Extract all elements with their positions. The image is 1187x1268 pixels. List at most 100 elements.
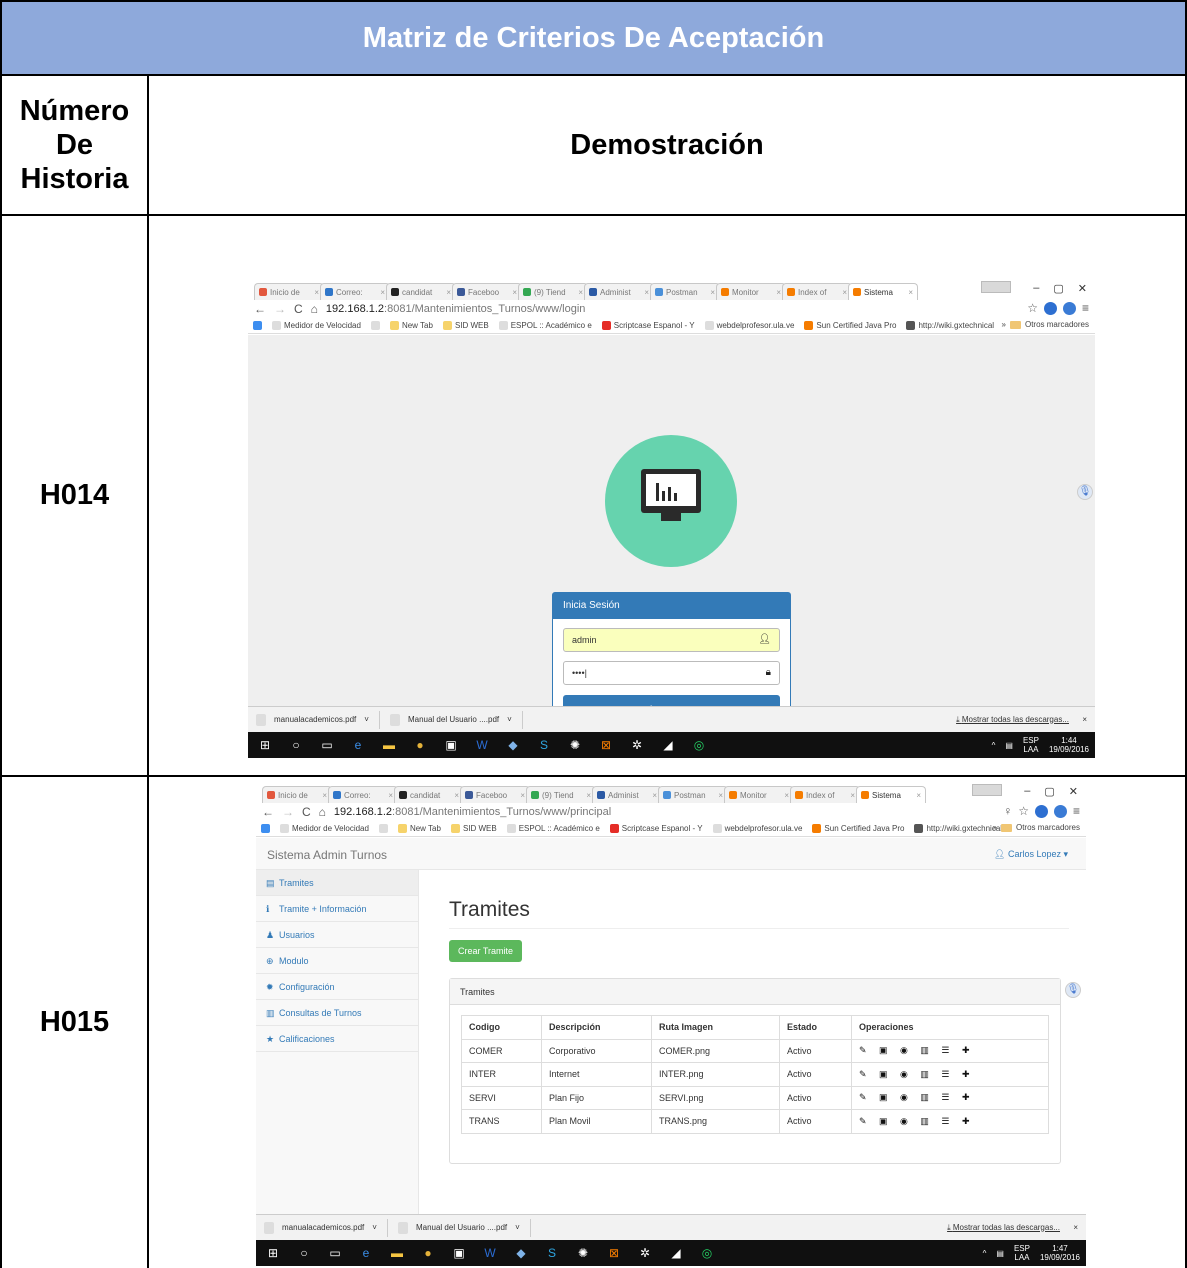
chrome-icon[interactable]: ●: [413, 738, 427, 752]
browser-tab[interactable]: Faceboo ×: [460, 786, 530, 803]
bookmark[interactable]: SID WEB: [442, 321, 489, 330]
sidebar-item-tramites[interactable]: ▤ Tramites: [256, 870, 418, 896]
chevron-up-icon[interactable]: ^: [992, 741, 996, 750]
chevron-down-icon[interactable]: ˅: [364, 715, 369, 724]
chevron-down-icon[interactable]: ˅: [515, 1223, 520, 1232]
menu-icon[interactable]: ≡: [1073, 804, 1080, 818]
maximize-icon[interactable]: ▢: [1044, 785, 1054, 798]
browser-tab-active[interactable]: Sistema ×: [856, 786, 926, 803]
task-view-icon[interactable]: ▭: [328, 1246, 342, 1260]
language-indicator[interactable]: ESP LAA: [1014, 1244, 1030, 1262]
column-header[interactable]: Operaciones: [851, 1015, 1049, 1040]
notification-icon[interactable]: ▤: [996, 1249, 1004, 1258]
browser-tab[interactable]: (9) Tiend ×: [518, 283, 588, 300]
sidebar-item-consultas[interactable]: ▥ Consultas de Turnos: [256, 1000, 418, 1026]
chevron-up-icon[interactable]: ^: [983, 1249, 987, 1258]
app-icon[interactable]: ◆: [514, 1246, 528, 1260]
notification-icon[interactable]: ▤: [1005, 741, 1013, 750]
minimize-icon[interactable]: –: [1024, 785, 1030, 798]
edge-icon[interactable]: e: [351, 738, 365, 752]
browser-tab[interactable]: (9) Tiend ×: [526, 786, 596, 803]
bookmark[interactable]: [261, 824, 270, 833]
whatsapp-icon[interactable]: ◎: [692, 738, 706, 752]
username-input[interactable]: admin 👤︎: [563, 628, 780, 652]
star-icon[interactable]: ☆: [1018, 804, 1029, 818]
bookmark[interactable]: ESPOL :: Académico e: [506, 824, 600, 833]
bookmark[interactable]: New Tab: [389, 321, 433, 330]
bookmark[interactable]: Scriptcase Espanol - Y: [609, 824, 703, 833]
star-icon[interactable]: ☆: [1027, 301, 1038, 315]
settings-icon[interactable]: ✺: [576, 1246, 590, 1260]
download-item[interactable]: Manual del Usuario ....pdf ˅: [389, 710, 523, 729]
bookmark[interactable]: ESPOL :: Académico e: [498, 321, 592, 330]
browser-tab[interactable]: Postman ×: [658, 786, 728, 803]
profile-icon[interactable]: [972, 784, 1002, 796]
clock[interactable]: 1:44 19/09/2016: [1049, 736, 1089, 754]
app-icon[interactable]: ◆: [506, 738, 520, 752]
browser-tab[interactable]: Monitor ×: [724, 786, 794, 803]
bookmark[interactable]: webdelprofesor.ula.ve: [712, 824, 802, 833]
minimize-icon[interactable]: –: [1033, 282, 1039, 295]
reload-icon[interactable]: C: [302, 805, 311, 819]
forward-icon[interactable]: →: [274, 302, 286, 316]
chrome-icon[interactable]: ●: [421, 1246, 435, 1260]
extension-icon[interactable]: [1062, 301, 1076, 315]
extension-icon[interactable]: [1043, 301, 1057, 315]
bookmark[interactable]: Medidor de Velocidad: [272, 321, 361, 330]
browser-tab[interactable]: Administ ×: [584, 283, 654, 300]
create-tramite-button[interactable]: Crear Tramite: [449, 940, 522, 962]
skype-icon[interactable]: S: [537, 738, 551, 752]
row-actions[interactable]: ✎ ▣ ◉ ▥ ☰ ✚: [851, 1085, 1049, 1110]
browser-tab[interactable]: Inicio de ×: [262, 786, 332, 803]
row-actions[interactable]: ✎ ▣ ◉ ▥ ☰ ✚: [851, 1038, 1049, 1063]
url-field[interactable]: 192.168.1.2:8081/Mantenimientos_Turnos/w…: [326, 303, 586, 315]
column-header[interactable]: Estado: [779, 1015, 852, 1040]
forward-icon[interactable]: →: [282, 805, 294, 819]
task-view-icon[interactable]: ▭: [320, 738, 334, 752]
search-icon[interactable]: ○: [297, 1246, 311, 1260]
whatsapp-icon[interactable]: ◎: [700, 1246, 714, 1260]
windows-start-icon[interactable]: ⊞: [266, 1246, 280, 1260]
bookmark[interactable]: [378, 824, 388, 833]
browser-tab[interactable]: Faceboo ×: [452, 283, 522, 300]
app-icon[interactable]: ◢: [661, 738, 675, 752]
close-icon[interactable]: ✕: [1078, 282, 1087, 295]
sidebar-item-tramite-informacion[interactable]: ℹ Tramite + Información: [256, 896, 418, 922]
download-item[interactable]: Manual del Usuario ....pdf ˅: [397, 1218, 531, 1237]
windows-start-icon[interactable]: ⊞: [258, 738, 272, 752]
sidebar-item-calificaciones[interactable]: ★ Calificaciones: [256, 1026, 418, 1052]
reload-icon[interactable]: C: [294, 302, 303, 316]
sidebar-item-usuarios[interactable]: ♟ Usuarios: [256, 922, 418, 948]
xampp-icon[interactable]: ⊠: [607, 1246, 621, 1260]
other-bookmarks[interactable]: » Otros marcadores: [993, 823, 1080, 832]
browser-tab-active[interactable]: Sistema ×: [848, 283, 918, 300]
store-icon[interactable]: ▣: [452, 1246, 466, 1260]
file-explorer-icon[interactable]: ▬: [382, 738, 396, 752]
bookmark[interactable]: webdelprofesor.ula.ve: [704, 321, 794, 330]
bookmark[interactable]: [370, 321, 380, 330]
microphone-icon[interactable]: 🎙︎: [1065, 982, 1081, 998]
app-icon[interactable]: ◢: [669, 1246, 683, 1260]
home-icon[interactable]: ⌂: [319, 805, 326, 819]
key-icon[interactable]: ♀: [1003, 804, 1012, 818]
home-icon[interactable]: ⌂: [311, 302, 318, 316]
close-downloads-icon[interactable]: ×: [1073, 1223, 1078, 1232]
browser-tab[interactable]: Postman ×: [650, 283, 720, 300]
microphone-icon[interactable]: 🎙︎: [1077, 484, 1093, 500]
bookmark[interactable]: Sun Certified Java Pro: [804, 321, 896, 330]
file-explorer-icon[interactable]: ▬: [390, 1246, 404, 1260]
other-bookmarks[interactable]: » Otros marcadores: [1002, 320, 1089, 329]
sidebar-item-configuracion[interactable]: ✹ Configuración: [256, 974, 418, 1000]
browser-tab[interactable]: candidat ×: [394, 786, 464, 803]
language-indicator[interactable]: ESP LAA: [1023, 736, 1039, 754]
browser-tab[interactable]: Inicio de ×: [254, 283, 324, 300]
url-field[interactable]: 192.168.1.2:8081/Mantenimientos_Turnos/w…: [334, 806, 611, 818]
browser-tab[interactable]: Index of ×: [782, 283, 852, 300]
column-header[interactable]: Descripción: [541, 1015, 652, 1040]
browser-tab[interactable]: Monitor ×: [716, 283, 786, 300]
sidebar-item-modulo[interactable]: ⊕ Modulo: [256, 948, 418, 974]
search-icon[interactable]: ○: [289, 738, 303, 752]
chevron-down-icon[interactable]: ˅: [372, 1223, 377, 1232]
bookmark[interactable]: http://wiki.gxtechnical: [914, 824, 1002, 833]
skype-icon[interactable]: S: [545, 1246, 559, 1260]
